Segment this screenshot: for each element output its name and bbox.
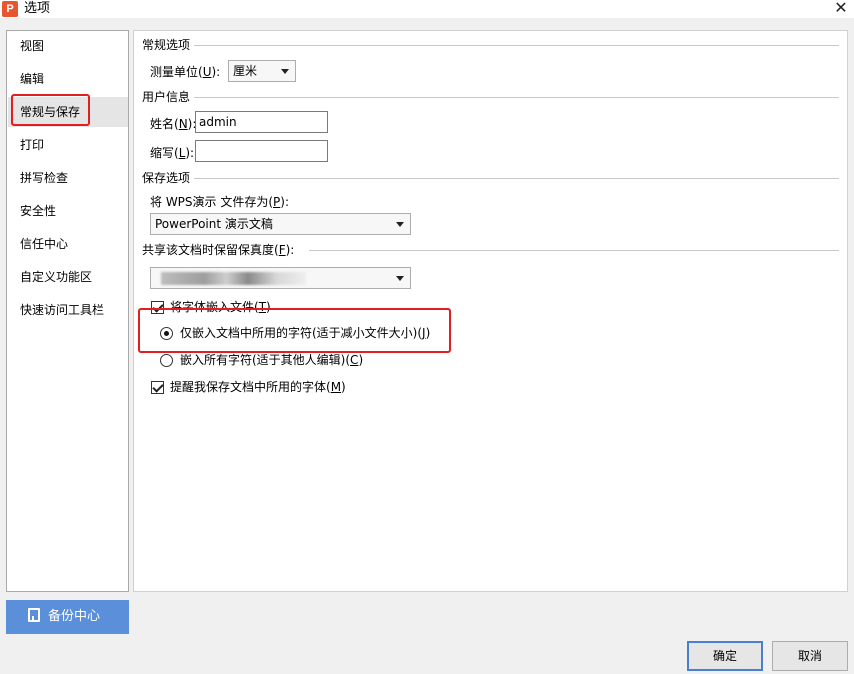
redacted-document-name — [161, 272, 306, 285]
section-title-user-info: 用户信息 — [142, 89, 195, 105]
document-select[interactable] — [150, 267, 411, 289]
section-title-general: 常规选项 — [142, 37, 195, 53]
name-input[interactable]: admin — [195, 111, 328, 133]
cancel-button[interactable]: 取消 — [772, 641, 848, 671]
embed-all-chars-label: 嵌入所有字符(适于其他人编辑)(C) — [180, 353, 364, 367]
save-as-select[interactable]: PowerPoint 演示文稿 — [150, 213, 411, 235]
close-icon[interactable]: ✕ — [830, 0, 852, 18]
sidebar-item-customize-ribbon[interactable]: 自定义功能区 — [8, 262, 128, 292]
backup-center-button[interactable]: 备份中心 — [6, 600, 129, 634]
backup-center-label: 备份中心 — [48, 609, 101, 624]
section-divider — [194, 97, 839, 98]
sidebar-item-spelling[interactable]: 拼写检查 — [8, 163, 128, 193]
backup-icon — [28, 608, 40, 622]
chevron-down-icon — [281, 69, 289, 74]
window-title: 选项 — [24, 1, 51, 16]
unit-select-value: 厘米 — [233, 64, 258, 78]
sidebar-item-print[interactable]: 打印 — [8, 130, 128, 160]
chevron-down-icon — [396, 222, 404, 227]
ok-button[interactable]: 确定 — [687, 641, 763, 671]
remind-fonts-label: 提醒我保存文档中所用的字体(M) — [170, 380, 346, 394]
annotation-highlight-sidebar — [11, 94, 90, 126]
initials-input[interactable] — [195, 140, 328, 162]
section-divider — [194, 45, 839, 46]
save-as-select-value: PowerPoint 演示文稿 — [155, 217, 273, 231]
initials-label: 缩写(L): — [150, 146, 195, 160]
chevron-down-icon — [396, 276, 404, 281]
sidebar-item-edit[interactable]: 编辑 — [8, 64, 128, 94]
name-label: 姓名(N): — [150, 117, 197, 131]
title-bar: P 选项 ✕ — [0, 0, 854, 18]
sidebar-item-security[interactable]: 安全性 — [8, 196, 128, 226]
embed-all-chars-radio[interactable] — [160, 354, 173, 367]
sidebar-item-trust-center[interactable]: 信任中心 — [8, 229, 128, 259]
annotation-highlight-radio — [138, 308, 451, 353]
sidebar-item-view[interactable]: 视图 — [8, 31, 128, 61]
section-divider — [194, 178, 839, 179]
section-title-save: 保存选项 — [142, 170, 195, 186]
section-title-fidelity: 共享该文档时保留保真度(F): — [142, 242, 299, 258]
sidebar-item-quick-access-toolbar[interactable]: 快速访问工具栏 — [8, 295, 128, 325]
section-divider — [309, 250, 839, 251]
save-as-label: 将 WPS演示 文件存为(P): — [150, 195, 290, 209]
wps-presentation-icon: P — [2, 1, 18, 17]
unit-select[interactable]: 厘米 — [228, 60, 296, 82]
unit-label: 测量单位(U): — [150, 65, 221, 79]
remind-fonts-checkbox[interactable] — [151, 381, 164, 394]
